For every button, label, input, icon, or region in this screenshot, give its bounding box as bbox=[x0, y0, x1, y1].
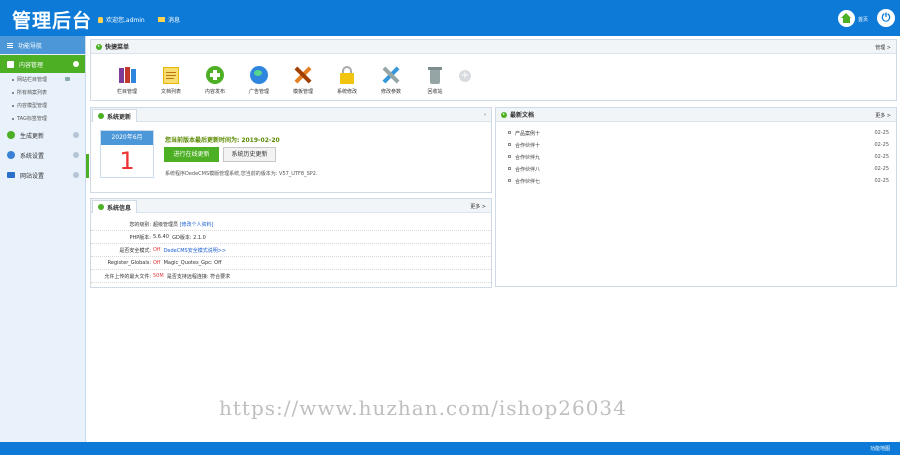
list-item[interactable]: 产品案例十 02-25 bbox=[496, 127, 896, 139]
add-circle-icon bbox=[205, 65, 225, 85]
sidebar-subitem-models[interactable]: 内容模型管理 bbox=[0, 99, 85, 112]
footer-link[interactable]: 功能地图 bbox=[870, 445, 890, 452]
home-label[interactable]: 首页 bbox=[858, 16, 868, 23]
latest-docs-panel: 最新文档 更多 > 产品案例十 02-25 合作伙伴十 02-25 合作伙伴九 02-… bbox=[495, 107, 897, 287]
main-content: 快捷菜单 管理 > 栏目管理 文档列表 内容发布 广告管理 模板管理 系统修改 … bbox=[87, 36, 900, 442]
tools-cross-icon bbox=[293, 65, 313, 85]
books-icon bbox=[117, 65, 137, 85]
table-row: 允许上传的最大文件: 50M 是否支持远程连接: 符合要求 bbox=[91, 270, 491, 283]
quick-menu-panel: 快捷菜单 管理 > 栏目管理 文档列表 内容发布 广告管理 模板管理 系统修改 … bbox=[90, 39, 897, 101]
list-item[interactable]: 合作伙伴七 02-25 bbox=[496, 175, 896, 187]
sidebar-item-generate[interactable]: 生成更新 bbox=[0, 125, 85, 145]
tab-system-info[interactable]: 系统信息 bbox=[92, 200, 138, 213]
logo: 管理后台 bbox=[12, 10, 93, 32]
system-info-more-link[interactable]: 更多 > bbox=[470, 203, 486, 210]
logout-power-icon[interactable]: ⏻ bbox=[877, 9, 895, 27]
lock-icon bbox=[337, 65, 357, 85]
sidebar-subitem-column[interactable]: 网站栏目管理 bbox=[0, 73, 85, 86]
calendar-day: 1 bbox=[119, 147, 135, 175]
monitor-icon bbox=[7, 172, 15, 178]
quick-item-publish[interactable]: 内容发布 bbox=[193, 65, 237, 95]
watermark-text: https://www.huzhan.com/ishop26034 bbox=[219, 396, 627, 420]
expand-dot-icon bbox=[73, 172, 79, 178]
list-item[interactable]: 合作伙伴九 02-25 bbox=[496, 151, 896, 163]
sidebar-item-content-management[interactable]: 内容管理 bbox=[0, 55, 85, 73]
expand-dot-icon bbox=[73, 132, 79, 138]
globe-icon bbox=[249, 65, 269, 85]
play-circle-icon bbox=[98, 113, 104, 119]
quick-item-templates[interactable]: 模板管理 bbox=[281, 65, 325, 95]
list-item[interactable]: 合作伙伴八 02-25 bbox=[496, 163, 896, 175]
list-item[interactable]: 合作伙伴十 02-25 bbox=[496, 139, 896, 151]
expand-dot-icon bbox=[73, 152, 79, 158]
footer-bar: 功能地图 bbox=[0, 442, 900, 455]
system-update-panel: 系统更新 › 2020年6月 1 您当前版本最后更新时间为: 2019-02-2… bbox=[90, 107, 492, 193]
welcome-user[interactable]: 欢迎您,admin bbox=[98, 15, 145, 24]
table-row: 您的级别: 超级管理员 [修改个人资料] bbox=[91, 218, 491, 231]
home-icon[interactable] bbox=[838, 10, 855, 27]
add-shortcut-icon[interactable]: + bbox=[459, 70, 471, 82]
plug-icon bbox=[65, 77, 70, 81]
sidebar: 功能导航 内容管理 网站栏目管理 所有档案列表 内容模型管理 TAG标签管理 生… bbox=[0, 36, 86, 442]
quick-item-params[interactable]: 修改参数 bbox=[369, 65, 413, 95]
system-info-panel: 系统信息 更多 > 您的级别: 超级管理员 [修改个人资料] PHP版本: 5.… bbox=[90, 198, 492, 288]
edit-icon bbox=[7, 60, 14, 68]
leaf-icon bbox=[7, 131, 15, 139]
quick-item-columns[interactable]: 栏目管理 bbox=[105, 65, 149, 95]
quick-menu-header: 快捷菜单 管理 > bbox=[91, 40, 896, 54]
quick-manage-link[interactable]: 管理 > bbox=[875, 44, 891, 51]
edit-profile-link[interactable]: [修改个人资料] bbox=[180, 221, 214, 228]
chevron-right-icon[interactable]: › bbox=[484, 112, 486, 118]
gear-icon bbox=[7, 151, 15, 159]
welcome-text: 欢迎您,admin bbox=[106, 17, 145, 24]
quick-item-recycle[interactable]: 回收站 bbox=[413, 65, 457, 95]
user-icon bbox=[98, 16, 103, 23]
latest-docs-more-link[interactable]: 更多 > bbox=[875, 112, 891, 119]
wrench-icon bbox=[381, 65, 401, 85]
messages-link[interactable]: 消息 bbox=[158, 15, 180, 24]
sidebar-item-site[interactable]: 网站设置 bbox=[0, 165, 85, 185]
table-row: 是否安全模式: Off DedeCMS安全模式说明>> bbox=[91, 244, 491, 257]
sidebar-item-system[interactable]: 系统设置 bbox=[0, 145, 85, 165]
sidebar-title: 功能导航 bbox=[0, 36, 85, 54]
notepad-icon bbox=[161, 65, 181, 85]
latest-docs-header: 最新文档 更多 > bbox=[496, 108, 896, 122]
sidebar-subitem-tags[interactable]: TAG标签管理 bbox=[0, 112, 85, 125]
calendar-widget: 2020年6月 1 bbox=[100, 130, 154, 178]
collapse-dot-icon bbox=[73, 61, 79, 67]
table-row: PHP版本: 5.6.40 GD版本: 2.1.0 bbox=[91, 231, 491, 244]
quick-item-ads[interactable]: 广告管理 bbox=[237, 65, 281, 95]
mail-icon bbox=[158, 17, 165, 22]
history-update-button[interactable]: 系统历史更新 bbox=[223, 147, 276, 162]
quick-item-documents[interactable]: 文档列表 bbox=[149, 65, 193, 95]
system-program-info: 系统程序DedeCMS模版管理系统,您当前的版本为: V57_UTF8_SP2. bbox=[165, 171, 318, 177]
quick-item-system-modify[interactable]: 系统修改 bbox=[325, 65, 369, 95]
play-circle-icon bbox=[98, 204, 104, 210]
safe-mode-info-link[interactable]: DedeCMS安全模式说明>> bbox=[164, 247, 227, 254]
play-circle-icon bbox=[501, 111, 507, 118]
top-header-bar: 管理后台 欢迎您,admin 消息 首页 ⏻ bbox=[0, 0, 900, 36]
tab-system-update[interactable]: 系统更新 bbox=[92, 109, 138, 122]
menu-icon bbox=[7, 42, 13, 48]
sidebar-subitem-archives[interactable]: 所有档案列表 bbox=[0, 86, 85, 99]
version-info: 您当前版本最后更新时间为: 2019-02-20 bbox=[165, 137, 280, 144]
messages-label: 消息 bbox=[168, 17, 181, 24]
quick-menu-list: 栏目管理 文档列表 内容发布 广告管理 模板管理 系统修改 修改参数 回收站 + bbox=[91, 54, 896, 95]
online-update-button[interactable]: 进行在线更新 bbox=[164, 147, 219, 162]
trash-icon bbox=[425, 65, 445, 85]
calendar-month: 2020年6月 bbox=[101, 131, 153, 145]
play-circle-icon bbox=[96, 43, 102, 50]
table-row: Register_Globals: Off Magic_Quotes_Gpc: … bbox=[91, 257, 491, 270]
